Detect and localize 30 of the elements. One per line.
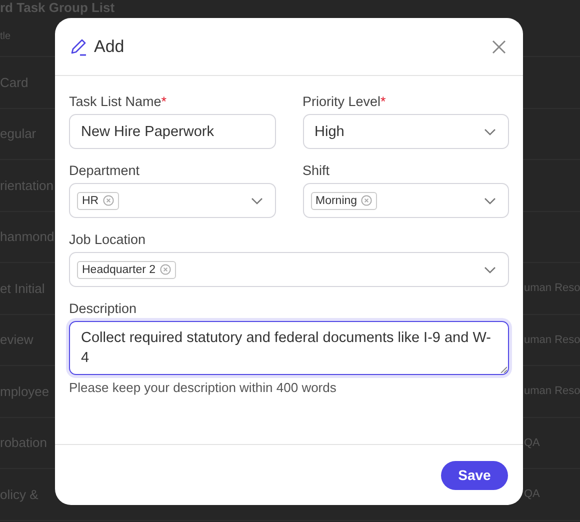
- field-label: Shift: [302, 163, 330, 178]
- multi-select-field[interactable]: Morning: [302, 183, 509, 218]
- clear-icon[interactable]: [361, 195, 372, 206]
- field-label: Department: [69, 163, 140, 178]
- chevron-down-icon[interactable]: [484, 128, 496, 136]
- required-asterisk: *: [380, 94, 386, 109]
- pencil-icon: [69, 36, 89, 56]
- resize-grip-icon[interactable]: [500, 366, 507, 373]
- multi-select-field[interactable]: HR: [69, 183, 276, 218]
- clear-icon[interactable]: [102, 195, 114, 206]
- dialog-title: Add: [94, 36, 124, 56]
- multi-select-field[interactable]: Headquarter 2: [69, 252, 509, 287]
- tag-chip[interactable]: Morning: [310, 192, 378, 210]
- description-textarea[interactable]: Collect required statutory and federal documents like I-9 and W-4: [69, 321, 509, 375]
- save-button[interactable]: Save: [441, 460, 508, 490]
- hint-text: Please keep your description within 400 words: [69, 380, 338, 395]
- close-icon[interactable]: [492, 40, 506, 54]
- field-label: Task List Name: [69, 94, 162, 109]
- field-label: Description: [69, 301, 137, 316]
- clear-icon[interactable]: [160, 264, 171, 275]
- chevron-down-icon[interactable]: [250, 196, 262, 204]
- chevron-down-icon[interactable]: [484, 196, 496, 204]
- tag-chip[interactable]: HR: [77, 192, 119, 210]
- text-input[interactable]: New Hire Paperwork: [69, 114, 276, 149]
- tag-chip[interactable]: Headquarter 2: [77, 260, 176, 278]
- required-asterisk: *: [161, 94, 167, 109]
- field-label: Priority Level: [302, 94, 381, 109]
- select-field[interactable]: High: [302, 114, 509, 149]
- chevron-down-icon[interactable]: [484, 266, 496, 274]
- field-label: Job Location: [69, 232, 146, 247]
